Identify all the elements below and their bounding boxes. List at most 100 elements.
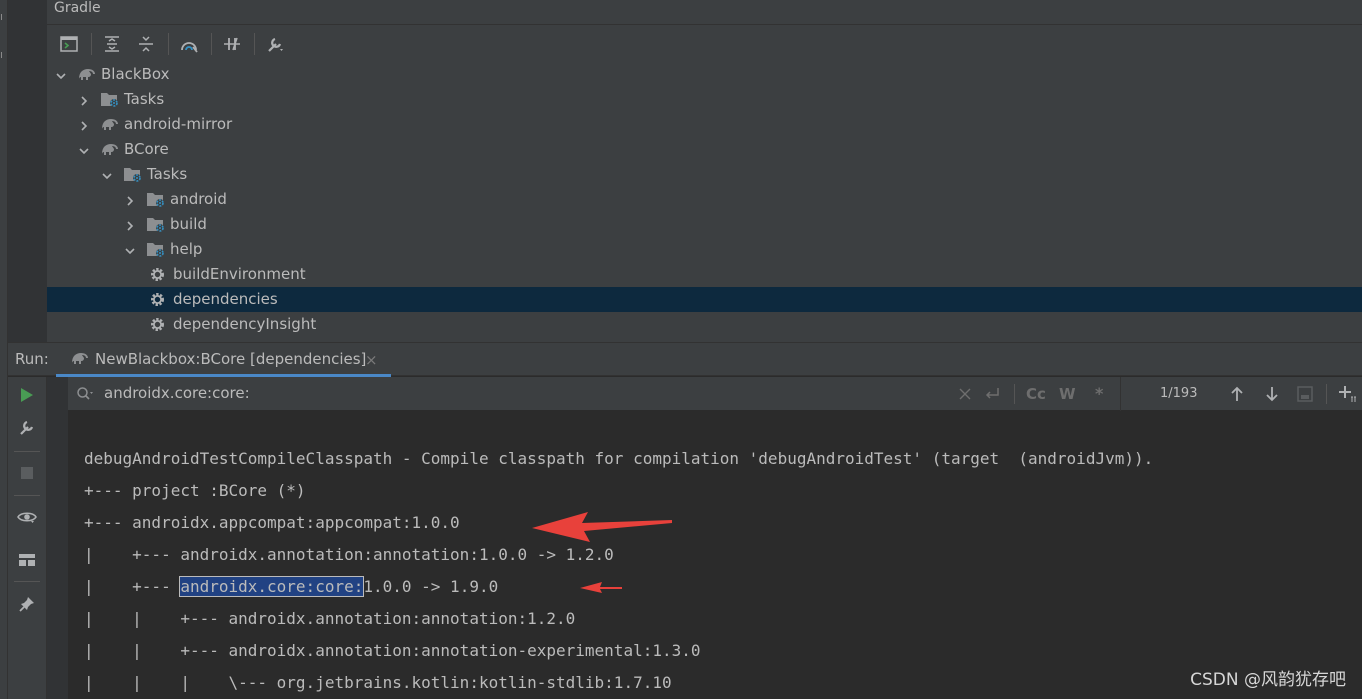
gradle-link-icon xyxy=(181,41,198,53)
stop-button[interactable] xyxy=(16,462,38,484)
run-tool-window-header: Run: NewBlackbox:BCore [dependencies] × xyxy=(8,342,1362,377)
gradle-gutter xyxy=(8,0,47,342)
task-folder-icon xyxy=(146,191,164,208)
console-line: | | | \--- org.jetbrains.kotlin:kotlin-s… xyxy=(84,673,672,692)
tree-node-dependencyinsight[interactable]: dependencyInsight xyxy=(47,312,1362,337)
toolbar-separator xyxy=(91,32,92,55)
pin-tab-button[interactable] xyxy=(16,593,38,615)
search-input[interactable]: androidx.core:core: xyxy=(104,384,250,402)
run-side-toolbar xyxy=(8,377,47,699)
tree-node-help[interactable]: help xyxy=(47,237,1362,262)
clear-search-icon[interactable] xyxy=(958,387,972,401)
tree-node-dependencies[interactable]: dependencies xyxy=(47,287,1362,312)
toolbar-separator xyxy=(1014,384,1015,404)
divider xyxy=(1120,377,1121,411)
console-search-bar: androidx.core:core: Cc W * 1/193 xyxy=(68,377,1362,411)
toolbar-separator xyxy=(14,581,40,582)
tree-node-android-mirror[interactable]: android-mirror xyxy=(47,112,1362,137)
edge-marker xyxy=(1,52,5,58)
gear-icon xyxy=(149,291,167,308)
close-icon[interactable]: × xyxy=(365,351,378,369)
tree-node-label: build xyxy=(170,215,207,233)
settings-button[interactable] xyxy=(16,417,38,439)
console-output: debugAndroidTestCompileClasspath - Compi… xyxy=(68,411,1362,699)
toolbar-separator xyxy=(254,32,255,55)
arrow-down-icon[interactable] xyxy=(1264,386,1280,402)
offline-mode-icon xyxy=(224,37,240,50)
match-count: 1/193 xyxy=(1160,386,1198,401)
tree-node-buildenvironment[interactable]: buildEnvironment xyxy=(47,262,1362,287)
search-match-highlight: androidx.core:core: xyxy=(179,576,365,597)
add-filter-icon[interactable] xyxy=(1338,385,1358,403)
tab-title: NewBlackbox:BCore [dependencies] xyxy=(95,350,367,368)
stop-icon xyxy=(21,467,33,479)
chevron-right-icon[interactable] xyxy=(78,93,90,106)
run-label: Run: xyxy=(15,350,49,368)
chevron-down-icon[interactable] xyxy=(124,243,136,255)
toolbar-separator xyxy=(14,495,40,496)
toolbar-separator xyxy=(1326,384,1327,404)
regex-toggle[interactable]: * xyxy=(1095,384,1103,403)
task-folder-icon xyxy=(146,216,164,233)
gradle-tool-window: Gradle BlackBox Tasks android-mirror BCore T… xyxy=(8,0,1362,342)
play-icon xyxy=(21,388,33,402)
build-tool-settings-button[interactable] xyxy=(261,30,289,58)
console-line: +--- androidx.appcompat:appcompat:1.0.0 xyxy=(84,513,460,532)
tree-node-build[interactable]: build xyxy=(47,212,1362,237)
gradle-title: Gradle xyxy=(54,0,101,16)
gradle-elephant-icon xyxy=(77,66,95,83)
toolbar-separator xyxy=(168,32,169,55)
chevron-right-icon[interactable] xyxy=(78,118,90,131)
rerun-button[interactable] xyxy=(16,384,38,406)
console-line: debugAndroidTestCompileClasspath - Compi… xyxy=(84,449,1154,468)
new-line-icon[interactable] xyxy=(983,386,1001,402)
arrow-up-icon[interactable] xyxy=(1229,386,1245,402)
chevron-right-icon[interactable] xyxy=(124,193,136,206)
tree-node-android[interactable]: android xyxy=(47,187,1362,212)
layout-icon xyxy=(19,554,35,566)
execute-task-button[interactable] xyxy=(55,30,83,58)
gear-icon xyxy=(149,266,167,283)
gradle-elephant-icon xyxy=(100,141,118,158)
tree-node-label: Tasks xyxy=(147,165,188,183)
chevron-down-icon[interactable] xyxy=(101,168,113,180)
line-suffix: 1.0.0 -> 1.9.0 xyxy=(363,577,499,596)
select-all-occurrences-icon[interactable] xyxy=(1297,386,1313,402)
tree-node-label: buildEnvironment xyxy=(173,265,306,283)
chevron-down-icon[interactable] xyxy=(55,68,67,80)
console-line: +--- project :BCore (*) xyxy=(84,481,306,500)
search-icon[interactable] xyxy=(76,386,96,402)
chevron-down-icon[interactable] xyxy=(78,143,90,155)
line-prefix: | +--- xyxy=(84,577,181,596)
whole-words-toggle[interactable]: W xyxy=(1059,385,1076,403)
tree-node-tasks[interactable]: Tasks xyxy=(47,87,1362,112)
offline-mode-button[interactable] xyxy=(218,30,246,58)
console-gutter xyxy=(47,377,68,699)
gradle-elephant-icon xyxy=(100,116,118,133)
chevron-right-icon[interactable] xyxy=(124,218,136,231)
tree-node-blackbox[interactable]: BlackBox xyxy=(47,62,1362,87)
collapse-all-button[interactable] xyxy=(132,30,160,58)
match-case-toggle[interactable]: Cc xyxy=(1026,385,1046,403)
tree-node-tasks[interactable]: Tasks xyxy=(47,162,1362,187)
view-button[interactable] xyxy=(16,506,38,528)
task-folder-icon xyxy=(123,166,141,183)
tree-node-label: Tasks xyxy=(124,90,165,108)
wrench-icon xyxy=(20,420,34,435)
tab-run-configuration[interactable]: NewBlackbox:BCore [dependencies] × xyxy=(56,343,391,377)
layout-button[interactable] xyxy=(16,549,38,571)
pin-icon xyxy=(19,597,34,612)
tree-node-bcore[interactable]: BCore xyxy=(47,137,1362,162)
console-line: | | +--- androidx.annotation:annotation:… xyxy=(84,609,576,628)
expand-all-button[interactable] xyxy=(98,30,126,58)
tree-node-label: help xyxy=(170,240,203,258)
tree-node-label: android xyxy=(170,190,227,208)
terminal-icon xyxy=(60,35,78,52)
link-gradle-project-button[interactable] xyxy=(175,30,203,58)
console-line: | +--- androidx.annotation:annotation:1.… xyxy=(84,545,614,564)
tree-node-label: android-mirror xyxy=(124,115,233,133)
toolbar-separator xyxy=(14,451,40,452)
tree-node-label: dependencyInsight xyxy=(173,315,317,333)
wrench-icon xyxy=(268,37,283,52)
gear-icon xyxy=(149,316,167,333)
